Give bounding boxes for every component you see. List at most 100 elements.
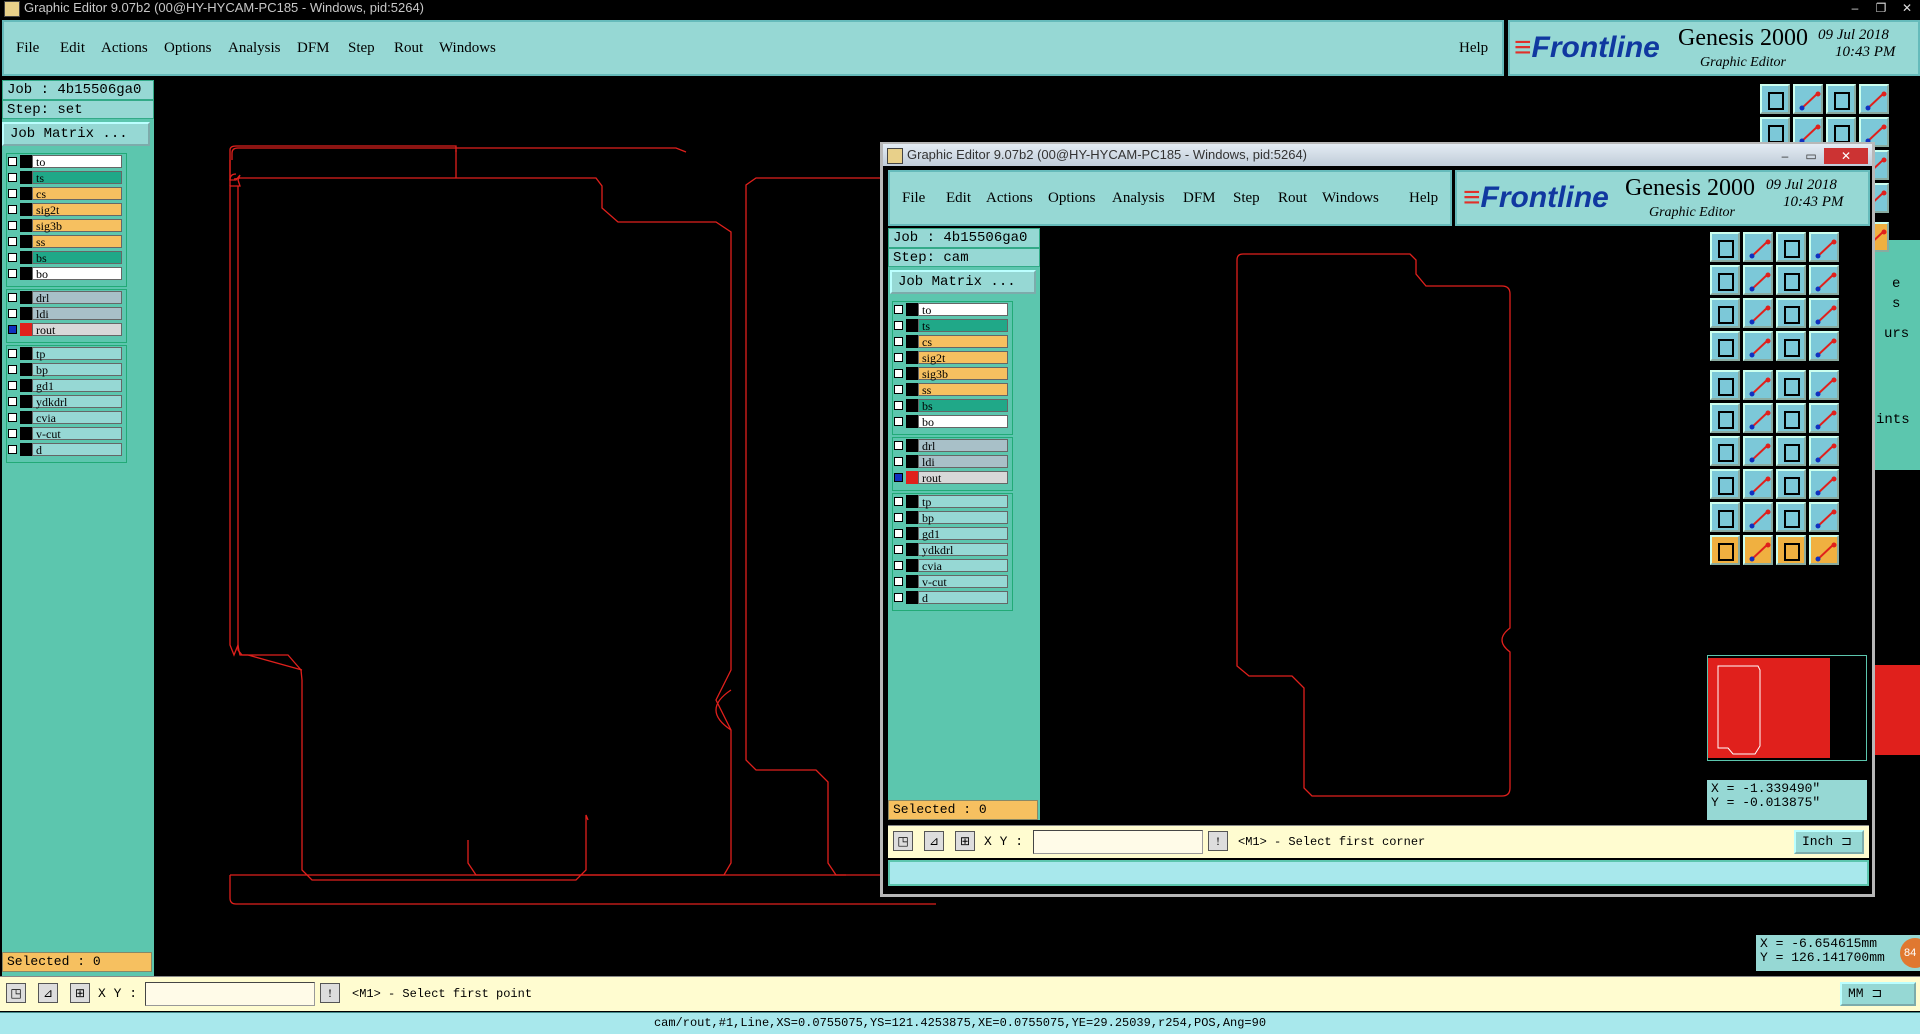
layer-row-rout[interactable]: rout	[6, 323, 125, 336]
sub-layer-name[interactable]: gd1	[918, 527, 1008, 540]
menu-actions[interactable]: Actions	[101, 40, 148, 57]
layer-row-cvia[interactable]: cvia	[6, 411, 125, 424]
sub-layer-row-d[interactable]: d	[892, 591, 1011, 604]
sub-layer-name[interactable]: rout	[918, 471, 1008, 484]
close-button[interactable]: ✕	[1894, 0, 1920, 16]
sub-layer-swatch[interactable]	[906, 439, 918, 452]
sub-home-icon[interactable]	[1776, 232, 1806, 262]
sub-menu-analysis[interactable]: Analysis	[1112, 190, 1165, 207]
sub-connect-icon[interactable]	[1710, 403, 1740, 433]
restore-button[interactable]: ❐	[1868, 0, 1894, 16]
sub-line-red-icon[interactable]	[1743, 469, 1773, 499]
sub-layer-row-to[interactable]: to	[892, 303, 1011, 316]
layer-checkbox[interactable]	[8, 269, 17, 278]
sub-layer-row-gd1[interactable]: gd1	[892, 527, 1011, 540]
layer-checkbox[interactable]	[8, 397, 17, 406]
sub-layer-name[interactable]: ts	[918, 319, 1008, 332]
xy-input[interactable]	[145, 982, 315, 1006]
sub-layer-checkbox[interactable]	[894, 353, 903, 362]
layer-name[interactable]: ydkdrl	[32, 395, 122, 408]
layer-checkbox[interactable]	[8, 309, 17, 318]
sub-layer-swatch[interactable]	[906, 511, 918, 524]
sub-layer-name[interactable]: to	[918, 303, 1008, 316]
minimize-button[interactable]: –	[1842, 0, 1868, 16]
sub-mirror-icon[interactable]	[1809, 436, 1839, 466]
sub-layer-name[interactable]: bo	[918, 415, 1008, 428]
layer-row-sig2t[interactable]: sig2t	[6, 203, 125, 216]
sub-canvas[interactable]	[1042, 228, 1707, 820]
layer-swatch[interactable]	[20, 187, 32, 200]
sub-pad-icon[interactable]	[1710, 370, 1740, 400]
sub-route-icon[interactable]	[1809, 535, 1839, 565]
sub-layer-row-bo[interactable]: bo	[892, 415, 1011, 428]
layer-row-bp[interactable]: bp	[6, 363, 125, 376]
layer-name[interactable]: bs	[32, 251, 122, 264]
main-home-icon[interactable]	[1826, 84, 1856, 114]
sub-layer-row-ldi[interactable]: ldi	[892, 455, 1011, 468]
sub-layer-checkbox[interactable]	[894, 577, 903, 586]
unit-selector[interactable]: MM ⊐	[1840, 982, 1916, 1006]
sub-left-panel-icon[interactable]	[1710, 265, 1740, 295]
layer-checkbox[interactable]	[8, 157, 17, 166]
sub-layer-name[interactable]: ldi	[918, 455, 1008, 468]
layer-swatch[interactable]	[20, 267, 32, 280]
layer-name[interactable]: gd1	[32, 379, 122, 392]
sub-layer-name[interactable]: sig2t	[918, 351, 1008, 364]
sub-layer-name[interactable]: bp	[918, 511, 1008, 524]
sub-slash-icon[interactable]	[1743, 436, 1773, 466]
sub-menu-windows[interactable]: Windows	[1322, 190, 1379, 207]
layer-checkbox[interactable]	[8, 293, 17, 302]
sub-layer-swatch[interactable]	[906, 335, 918, 348]
layer-swatch[interactable]	[20, 347, 32, 360]
menu-help[interactable]: Help	[1459, 40, 1488, 57]
sub-layer-checkbox[interactable]	[894, 497, 903, 506]
sub-layer-swatch[interactable]	[906, 527, 918, 540]
sub-angle-icon[interactable]	[1710, 436, 1740, 466]
sub-pointer-3-icon[interactable]	[1776, 535, 1806, 565]
sub-job-matrix-button[interactable]: Job Matrix ...	[890, 270, 1036, 294]
layer-name[interactable]: sig2t	[32, 203, 122, 216]
sub-layer-checkbox[interactable]	[894, 401, 903, 410]
menu-rout[interactable]: Rout	[394, 40, 423, 57]
menu-options[interactable]: Options	[164, 40, 212, 57]
layer-row-ydkdrl[interactable]: ydkdrl	[6, 395, 125, 408]
sub-layer-name[interactable]: bs	[918, 399, 1008, 412]
sub-zoom-area-icon[interactable]: ◳	[893, 831, 913, 851]
sub-layer-checkbox[interactable]	[894, 457, 903, 466]
layer-row-drl[interactable]: drl	[6, 291, 125, 304]
sub-layer-row-v-cut[interactable]: v-cut	[892, 575, 1011, 588]
layer-row-ss[interactable]: ss	[6, 235, 125, 248]
sub-layer-name[interactable]: ss	[918, 383, 1008, 396]
menu-edit[interactable]: Edit	[60, 40, 85, 57]
layer-swatch[interactable]	[20, 443, 32, 456]
sub-layer-swatch[interactable]	[906, 543, 918, 556]
layer-swatch[interactable]	[20, 323, 32, 336]
sub-layer-row-sig3b[interactable]: sig3b	[892, 367, 1011, 380]
sub-triangle-b-icon[interactable]	[1776, 502, 1806, 532]
sub-layer-row-cs[interactable]: cs	[892, 335, 1011, 348]
layer-swatch[interactable]	[20, 307, 32, 320]
sub-close-button[interactable]: ✕	[1824, 148, 1868, 164]
sub-layer-swatch[interactable]	[906, 495, 918, 508]
sub-layer-swatch[interactable]	[906, 471, 918, 484]
job-matrix-button[interactable]: Job Matrix ...	[2, 122, 150, 146]
sub-resize-icon[interactable]	[1776, 469, 1806, 499]
layer-name[interactable]: cs	[32, 187, 122, 200]
sub-overview-map[interactable]	[1707, 655, 1867, 761]
layer-swatch[interactable]	[20, 251, 32, 264]
layer-row-gd1[interactable]: gd1	[6, 379, 125, 392]
sub-layer-name[interactable]: v-cut	[918, 575, 1008, 588]
layer-name[interactable]: d	[32, 443, 122, 456]
sub-cross-icon[interactable]	[1743, 403, 1773, 433]
sub-pad-round-icon[interactable]	[1809, 370, 1839, 400]
sub-layer-checkbox[interactable]	[894, 441, 903, 450]
main-open-job-icon[interactable]	[1760, 84, 1790, 114]
sub-menu-edit[interactable]: Edit	[946, 190, 971, 207]
sub-layer-checkbox[interactable]	[894, 369, 903, 378]
sub-layer-checkbox[interactable]	[894, 321, 903, 330]
layer-name[interactable]: rout	[32, 323, 122, 336]
sub-layer-checkbox[interactable]	[894, 513, 903, 522]
layer-swatch[interactable]	[20, 155, 32, 168]
sub-menu-dfm[interactable]: DFM	[1183, 190, 1216, 207]
sub-open-job-icon[interactable]	[1710, 232, 1740, 262]
